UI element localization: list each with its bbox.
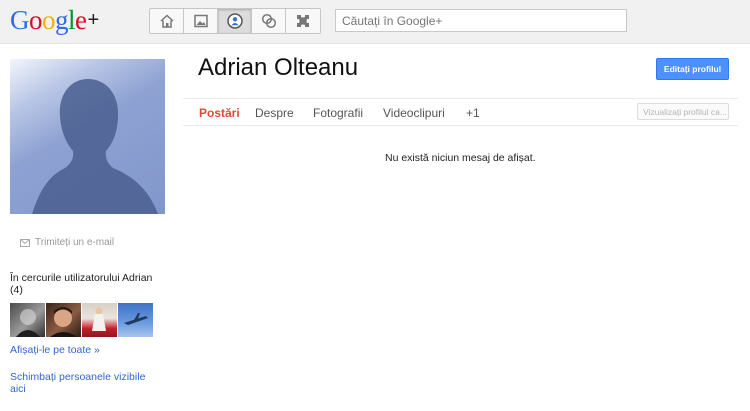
circle-member-avatar[interactable]	[82, 303, 117, 337]
tab-posts[interactable]: Postări	[199, 106, 240, 120]
profile-icon	[226, 13, 243, 29]
see-all-link[interactable]: Afișați-le pe toate »	[10, 344, 100, 356]
circle-member-avatar[interactable]	[46, 303, 81, 337]
profile-avatar[interactable]	[10, 59, 165, 214]
logo-letter: o	[29, 5, 43, 35]
logo-letter: e	[75, 5, 87, 35]
email-icon	[20, 238, 30, 247]
tab-about[interactable]: Despre	[255, 106, 294, 120]
search-input[interactable]	[335, 9, 627, 32]
home-icon	[159, 14, 174, 28]
nav-photos-button[interactable]	[184, 9, 218, 33]
send-email-label: Trimiteți un e-mail	[35, 237, 115, 248]
person-photo	[92, 307, 106, 331]
main-nav	[149, 8, 321, 34]
airplane-photo	[124, 313, 148, 325]
games-icon	[297, 15, 309, 27]
person-photo	[50, 307, 77, 337]
edit-profile-button[interactable]: Editați profilul	[656, 58, 729, 80]
circle-members-thumbnails	[10, 303, 153, 337]
logo-letter: o	[42, 5, 56, 35]
circle-member-avatar[interactable]	[10, 303, 45, 337]
photos-icon	[193, 14, 208, 28]
profile-name: Adrian Olteanu	[198, 54, 359, 81]
empty-posts-message: Nu există niciun mesaj de afișat.	[385, 152, 536, 164]
circle-member-avatar[interactable]	[118, 303, 153, 337]
in-circles-title: În cercurile utilizatorului Adrian (4)	[10, 272, 153, 296]
nav-circles-button[interactable]	[252, 9, 286, 33]
logo-letter: G	[10, 5, 30, 35]
logo-plus: +	[87, 9, 100, 31]
view-profile-as-button[interactable]: Vizualizați profilul ca...	[637, 103, 729, 120]
tab-photos[interactable]: Fotografii	[313, 106, 363, 120]
tab-videos[interactable]: Videoclipuri	[383, 106, 445, 120]
nav-games-button[interactable]	[286, 9, 320, 33]
default-avatar-silhouette	[32, 79, 158, 214]
logo-letter: g	[55, 5, 69, 35]
person-photo	[16, 309, 40, 337]
change-visible-people-link[interactable]: Schimbați persoanele vizibile aici	[10, 371, 160, 395]
circles-icon	[261, 13, 276, 29]
google-plus-logo[interactable]: Google+	[10, 5, 99, 35]
tab-plus-one[interactable]: +1	[466, 106, 480, 120]
nav-profile-button[interactable]	[218, 9, 252, 33]
logo-letter: l	[68, 5, 76, 35]
nav-home-button[interactable]	[150, 9, 184, 33]
top-bar: Google+	[0, 0, 750, 44]
send-email-link[interactable]: Trimiteți un e-mail	[20, 237, 114, 248]
